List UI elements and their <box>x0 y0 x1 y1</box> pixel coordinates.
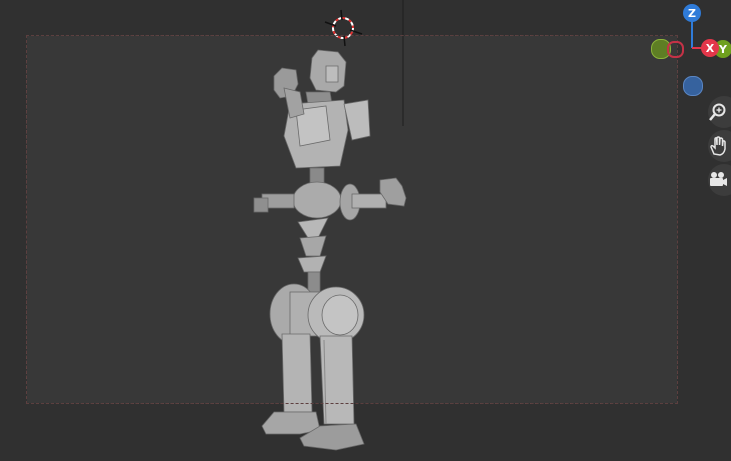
navigation-gizmo[interactable]: Z Y X <box>640 0 731 100</box>
scene-canvas[interactable] <box>0 0 731 461</box>
gizmo-neg-z-ball[interactable] <box>683 76 703 96</box>
robot-model[interactable] <box>253 49 407 451</box>
gizmo-z-axis[interactable]: Z <box>683 4 701 22</box>
3d-viewport[interactable]: Z Y X <box>0 0 731 461</box>
gizmo-x-axis[interactable]: X <box>701 39 719 57</box>
camera-view-icon <box>710 172 727 186</box>
gizmo-neg-x-ball[interactable] <box>667 41 684 58</box>
hand-pan-icon <box>710 136 726 156</box>
3d-cursor[interactable] <box>324 9 363 47</box>
zoom-magnifier-icon <box>709 103 726 121</box>
